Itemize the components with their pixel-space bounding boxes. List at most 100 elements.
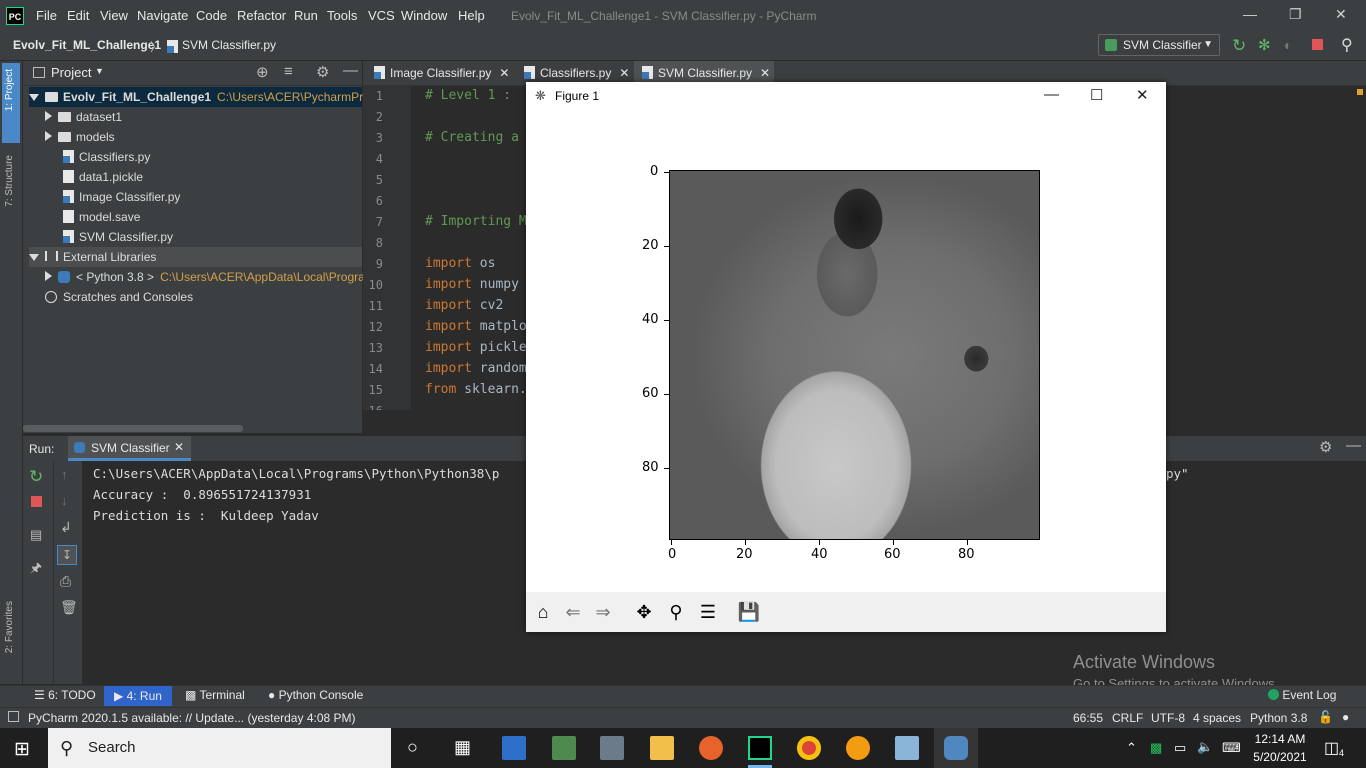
rerun-icon[interactable]: ↻: [29, 467, 43, 487]
run-tab[interactable]: SVM Classifier ✕: [68, 436, 191, 461]
tree-item[interactable]: model.save: [63, 207, 140, 227]
structure-tool-button[interactable]: 7: Structure: [4, 155, 15, 207]
status-message[interactable]: PyCharm 2020.1.5 available: // Update...…: [28, 711, 356, 725]
pan-icon[interactable]: ✥: [630, 598, 658, 626]
python-console-tool-button[interactable]: ● Python Console: [268, 688, 363, 702]
breadcrumb-file[interactable]: SVM Classifier.py: [182, 38, 276, 52]
run-tool-button[interactable]: ▶ 4: Run: [104, 686, 172, 706]
project-tool-button[interactable]: 1: Project: [4, 69, 15, 111]
store-icon[interactable]: [502, 736, 526, 760]
close-tab-icon[interactable]: ✕: [174, 440, 184, 454]
close-tab-icon[interactable]: ✕: [760, 66, 770, 80]
menu-code[interactable]: Code: [196, 8, 227, 23]
coverage-icon[interactable]: ◐: [1284, 37, 1292, 53]
search-everywhere-icon[interactable]: ⚲: [1341, 35, 1353, 55]
inspection-indicator[interactable]: [1357, 89, 1363, 95]
tray-chevron-icon[interactable]: ⌃: [1126, 740, 1137, 756]
stop-icon[interactable]: [31, 496, 42, 507]
tree-item-scratches[interactable]: Scratches and Consoles: [45, 287, 193, 307]
home-icon[interactable]: ⌂: [529, 598, 557, 626]
tree-item-python-sdk[interactable]: < Python 3.8 > C:\Users\ACER\AppData\Loca…: [45, 267, 365, 287]
tree-item[interactable]: models: [45, 127, 115, 147]
file-explorer-icon[interactable]: [650, 736, 674, 760]
horizontal-scrollbar[interactable]: [23, 425, 243, 432]
gear-icon[interactable]: ⚙: [316, 63, 329, 81]
pycharm-taskbar-icon[interactable]: [748, 736, 772, 760]
back-icon[interactable]: ⇐: [559, 598, 587, 626]
tree-item[interactable]: Classifiers.py: [63, 147, 150, 167]
caret-position[interactable]: 66:55: [1073, 711, 1103, 725]
app-icon[interactable]: [895, 736, 919, 760]
trash-icon[interactable]: 🗑: [60, 599, 78, 616]
figure-close-icon[interactable]: ✕: [1136, 86, 1149, 104]
menu-tools[interactable]: Tools: [327, 8, 357, 23]
tree-item[interactable]: data1.pickle: [63, 167, 143, 187]
brave-icon[interactable]: [846, 736, 870, 760]
file-encoding[interactable]: UTF-8: [1151, 711, 1185, 725]
indent-setting[interactable]: 4 spaces: [1193, 711, 1241, 725]
tree-item[interactable]: dataset1: [45, 107, 122, 127]
zoom-icon[interactable]: ⚲: [662, 598, 690, 626]
camera-icon[interactable]: [600, 736, 624, 760]
favorites-tool-button[interactable]: 2: Favorites: [4, 601, 15, 653]
menu-refactor[interactable]: Refactor: [237, 8, 286, 23]
close-tab-icon[interactable]: ✕: [619, 66, 629, 80]
clock[interactable]: 12:14 AM 5/20/2021: [1251, 730, 1309, 766]
tree-item-external-libraries[interactable]: External Libraries: [29, 247, 362, 267]
minimize-icon[interactable]: —: [1243, 6, 1257, 22]
save-icon[interactable]: 💾: [735, 598, 763, 626]
battery-icon[interactable]: ▭: [1174, 740, 1186, 756]
tray-app-icon[interactable]: ▩: [1150, 740, 1162, 756]
volume-icon[interactable]: 🔈: [1197, 739, 1213, 755]
hide-icon[interactable]: —: [1346, 437, 1361, 454]
breadcrumb-project[interactable]: Evolv_Fit_ML_Challenge1: [13, 38, 161, 52]
collapse-all-icon[interactable]: ≡: [284, 63, 293, 80]
arrow-up-icon[interactable]: ↑: [61, 467, 68, 482]
configure-subplots-icon[interactable]: ☰: [694, 598, 722, 626]
close-tab-icon[interactable]: ✕: [499, 66, 509, 80]
menu-view[interactable]: View: [100, 8, 128, 23]
tab-image-classifier[interactable]: Image Classifier.py ✕: [364, 61, 524, 85]
interpreter[interactable]: Python 3.8: [1250, 711, 1307, 725]
scroll-to-end-icon[interactable]: ↧: [57, 545, 77, 565]
windows-start-icon[interactable]: ⊞: [14, 738, 30, 761]
locate-icon[interactable]: ⊕: [256, 63, 269, 81]
tree-item[interactable]: SVM Classifier.py: [63, 227, 173, 247]
stop-icon[interactable]: [1312, 39, 1323, 50]
gear-icon[interactable]: ⚙: [1319, 438, 1332, 456]
menu-help[interactable]: Help: [458, 8, 485, 23]
menu-vcs[interactable]: VCS: [368, 8, 395, 23]
figure-maximize-icon[interactable]: ☐: [1090, 86, 1103, 104]
chevron-down-icon[interactable]: ▼: [95, 66, 104, 76]
arrow-down-icon[interactable]: ↓: [61, 493, 68, 508]
todo-tool-button[interactable]: ☰ 6: TODO: [34, 688, 96, 702]
cortana-icon[interactable]: ○: [407, 737, 418, 758]
line-separator[interactable]: CRLF: [1112, 711, 1143, 725]
event-log-button[interactable]: Event Log: [1268, 688, 1336, 702]
menu-run[interactable]: Run: [294, 8, 318, 23]
pin-icon[interactable]: 🖈: [30, 559, 42, 581]
debug-icon[interactable]: ✻: [1258, 36, 1271, 54]
firefox-icon[interactable]: [699, 736, 723, 760]
lock-icon[interactable]: 🔓: [1318, 710, 1333, 724]
tree-item[interactable]: Image Classifier.py: [63, 187, 180, 207]
inspector-icon[interactable]: ●: [1342, 710, 1349, 724]
forward-icon[interactable]: ⇒: [589, 598, 617, 626]
layout-icon[interactable]: ▤: [30, 527, 42, 543]
task-view-icon[interactable]: ▦: [454, 737, 471, 758]
chrome-icon[interactable]: [797, 736, 821, 760]
menu-window[interactable]: Window: [401, 8, 447, 23]
rerun-icon[interactable]: ↻: [1232, 36, 1246, 56]
taskbar-search-box[interactable]: ⚲ Search: [48, 728, 391, 768]
tree-root[interactable]: Evolv_Fit_ML_Challenge1 C:\Users\ACER\Pyc…: [29, 87, 379, 107]
close-icon[interactable]: ✕: [1335, 6, 1347, 23]
menu-navigate[interactable]: Navigate: [137, 8, 188, 23]
soft-wrap-icon[interactable]: ↲: [60, 519, 72, 536]
print-icon[interactable]: ⎙: [60, 573, 71, 590]
restore-icon[interactable]: ❐: [1289, 6, 1302, 23]
figure-minimize-icon[interactable]: —: [1044, 86, 1059, 103]
run-configuration-select[interactable]: SVM Classifier ▼: [1098, 34, 1220, 56]
menu-file[interactable]: File: [36, 8, 57, 23]
menu-edit[interactable]: Edit: [67, 8, 89, 23]
toggle-tool-windows-icon[interactable]: [8, 711, 19, 722]
